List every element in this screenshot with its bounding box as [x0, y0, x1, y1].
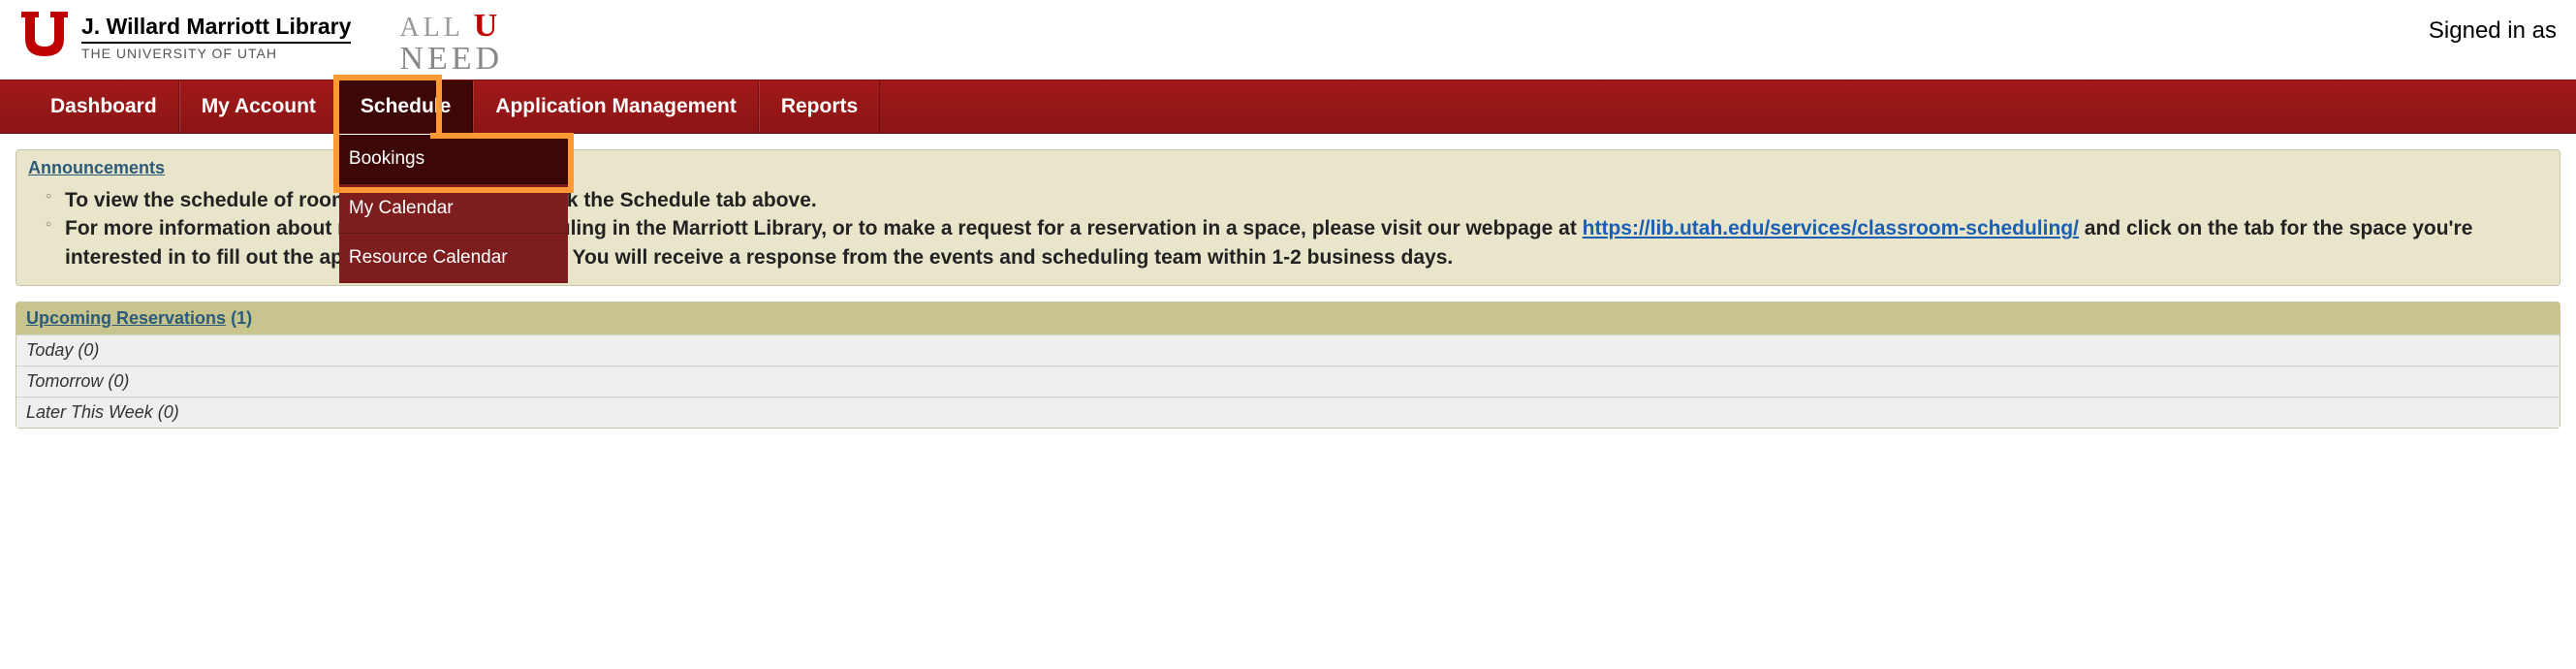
library-logo-group[interactable]: J. Willard Marriott Library THE UNIVERSI…: [19, 8, 351, 61]
reservation-row-tomorrow[interactable]: Tomorrow (0): [16, 366, 2560, 397]
nav-schedule[interactable]: Schedule Bookings My Calendar Resource C…: [338, 80, 473, 133]
library-name: J. Willard Marriott Library: [81, 14, 351, 44]
tagline-need: NEED: [399, 43, 503, 76]
nav-schedule-label: Schedule: [361, 95, 451, 118]
announcement-text-a: For more information about room and spac…: [65, 217, 1583, 239]
reservations-panel: Upcoming Reservations (1) Today (0) Tomo…: [16, 302, 2560, 429]
schedule-dropdown: Bookings My Calendar Resource Calendar: [339, 135, 568, 283]
announcement-link[interactable]: https://lib.utah.edu/services/classroom-…: [1583, 217, 2079, 239]
tagline-all: ALL: [399, 13, 462, 43]
utah-u-logo-icon: [19, 8, 70, 58]
dropdown-bookings[interactable]: Bookings: [339, 135, 568, 184]
tagline: ALL U NEED: [399, 8, 503, 76]
signed-in-label[interactable]: Signed in as: [2429, 8, 2557, 45]
reservations-count: (1): [231, 308, 252, 328]
tagline-u: U: [474, 8, 502, 44]
reservation-row-later[interactable]: Later This Week (0): [16, 397, 2560, 428]
dropdown-resource-calendar[interactable]: Resource Calendar: [339, 234, 568, 283]
university-name: THE UNIVERSITY OF UTAH: [81, 46, 351, 61]
nav-dashboard[interactable]: Dashboard: [29, 80, 179, 133]
highlight-connector: [430, 133, 574, 139]
header-left: J. Willard Marriott Library THE UNIVERSI…: [19, 8, 503, 76]
nav-my-account[interactable]: My Account: [179, 80, 338, 133]
nav-application-management[interactable]: Application Management: [473, 80, 759, 133]
reservation-row-today[interactable]: Today (0): [16, 334, 2560, 366]
logo-text: J. Willard Marriott Library THE UNIVERSI…: [81, 8, 351, 61]
reservations-header: Upcoming Reservations (1): [16, 303, 2560, 334]
reservations-title[interactable]: Upcoming Reservations: [26, 308, 226, 328]
main-navbar: Dashboard My Account Schedule Bookings M…: [0, 80, 2576, 134]
dropdown-my-calendar[interactable]: My Calendar: [339, 184, 568, 234]
page-header: J. Willard Marriott Library THE UNIVERSI…: [0, 0, 2576, 80]
nav-reports[interactable]: Reports: [759, 80, 880, 133]
